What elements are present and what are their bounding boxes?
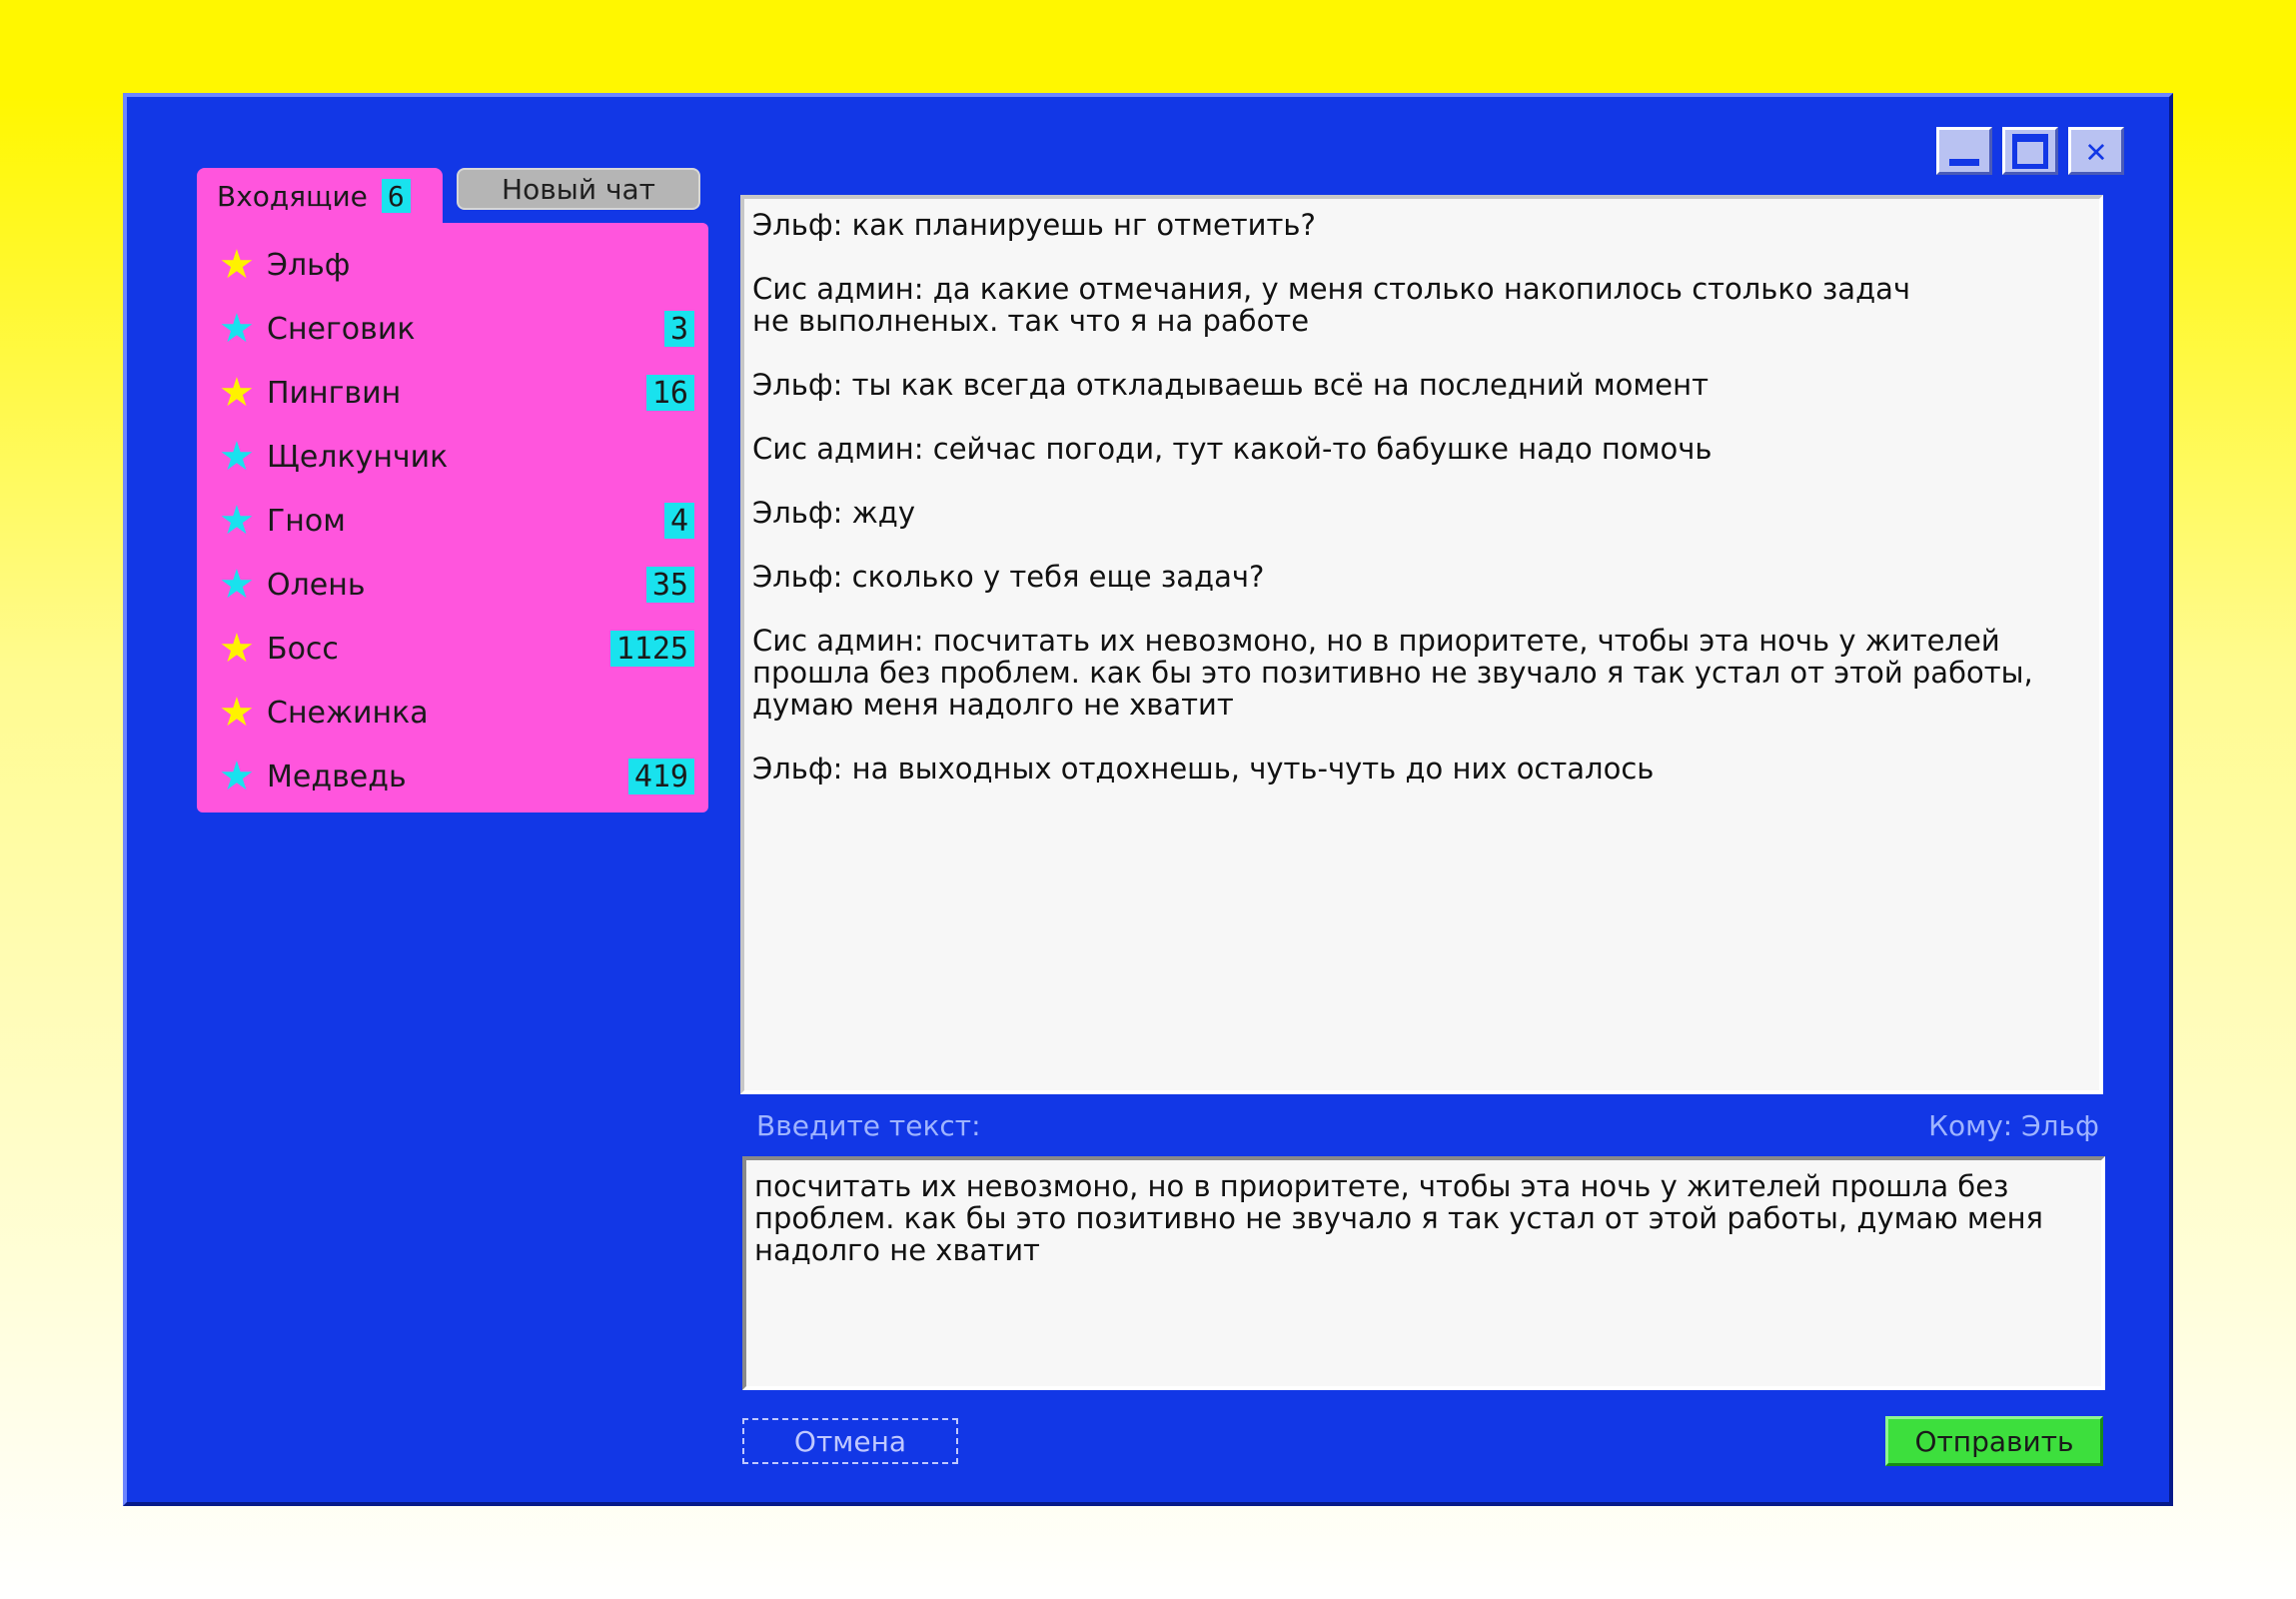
message-input[interactable]: посчитать их невозмоно, но в приоритете,… xyxy=(742,1156,2105,1390)
contact-name: Гном xyxy=(267,503,346,539)
contact-item[interactable]: ★ Олень 35 xyxy=(197,553,708,617)
chat-message: Сис админ: посчитать их невозмоно, но в … xyxy=(752,624,2033,722)
contact-name: Босс xyxy=(267,631,339,667)
unread-count-badge: 3 xyxy=(663,311,694,347)
chat-message: Эльф: как планируешь нг отметить? xyxy=(752,208,1316,242)
tab-new-chat[interactable]: Новый чат xyxy=(457,168,700,210)
tab-new-chat-label: Новый чат xyxy=(502,172,655,206)
star-icon: ★ xyxy=(219,434,255,480)
contact-name: Щелкунчик xyxy=(267,439,449,475)
contact-list: ★ Эльф ★ Снеговик 3 ★ Пингвин 16 ★ Щелкунчик ★ Гном… xyxy=(197,223,708,812)
star-icon: ★ xyxy=(219,370,255,416)
contact-name: Олень xyxy=(267,567,366,603)
contact-item[interactable]: ★ Гном 4 xyxy=(197,489,708,553)
cancel-button[interactable]: Отмена xyxy=(742,1418,958,1464)
contact-item[interactable]: ★ Пингвин 16 xyxy=(197,361,708,425)
star-icon: ★ xyxy=(219,498,255,544)
contact-name: Снежинка xyxy=(267,695,429,731)
unread-count-badge: 4 xyxy=(663,503,694,539)
contact-item[interactable]: ★ Снеговик 3 xyxy=(197,297,708,361)
contact-item[interactable]: ★ Босс 1125 xyxy=(197,617,708,681)
recipient-label: Кому: Эльф xyxy=(1928,1109,2099,1142)
star-icon: ★ xyxy=(219,626,255,672)
inbox-count-badge: 6 xyxy=(381,179,411,213)
unread-count-badge: 1125 xyxy=(609,631,694,667)
star-icon: ★ xyxy=(219,754,255,800)
star-icon: ★ xyxy=(219,306,255,352)
star-icon: ★ xyxy=(219,562,255,608)
star-icon: ★ xyxy=(219,690,255,736)
contact-name: Эльф xyxy=(267,247,351,283)
contact-item[interactable]: ★ Щелкунчик xyxy=(197,425,708,489)
window-controls: ✕ xyxy=(1936,127,2124,175)
send-button[interactable]: Отправить xyxy=(1885,1416,2103,1466)
chat-message: Сис админ: да какие отмечания, у меня ст… xyxy=(752,272,1911,338)
unread-count-badge: 35 xyxy=(645,567,694,603)
contact-name: Снеговик xyxy=(267,311,416,347)
chat-message: Сис админ: сейчас погоди, тут какой-то б… xyxy=(752,432,1713,466)
contact-item[interactable]: ★ Медведь 419 xyxy=(197,745,708,808)
tab-inbox[interactable]: Входящие 6 xyxy=(197,168,443,224)
compose-label: Введите текст: xyxy=(756,1109,981,1142)
maximize-icon[interactable] xyxy=(2002,127,2058,175)
chat-message: Эльф: ты как всегда откладываешь всё на … xyxy=(752,368,1709,402)
unread-count-badge: 16 xyxy=(645,375,694,411)
chat-window: ✕ Входящие 6 Новый чат ★ Эльф ★ Снеговик 3 ★ П… xyxy=(123,93,2173,1506)
chat-message: Эльф: на выходных отдохнешь, чуть-чуть д… xyxy=(752,752,1655,786)
contact-name: Медведь xyxy=(267,759,407,795)
contact-name: Пингвин xyxy=(267,375,402,411)
chat-log[interactable]: Эльф: как планируешь нг отметить? Сис адм… xyxy=(740,195,2103,1094)
tab-inbox-label: Входящие xyxy=(217,179,368,213)
contact-item[interactable]: ★ Снежинка xyxy=(197,681,708,745)
minimize-icon[interactable] xyxy=(1936,127,1992,175)
star-icon: ★ xyxy=(219,242,255,288)
contact-item[interactable]: ★ Эльф xyxy=(197,233,708,297)
chat-message: Эльф: жду xyxy=(752,496,915,530)
close-icon[interactable]: ✕ xyxy=(2068,127,2124,175)
unread-count-badge: 419 xyxy=(627,759,694,795)
chat-message: Эльф: сколько у тебя еще задач? xyxy=(752,560,1265,594)
